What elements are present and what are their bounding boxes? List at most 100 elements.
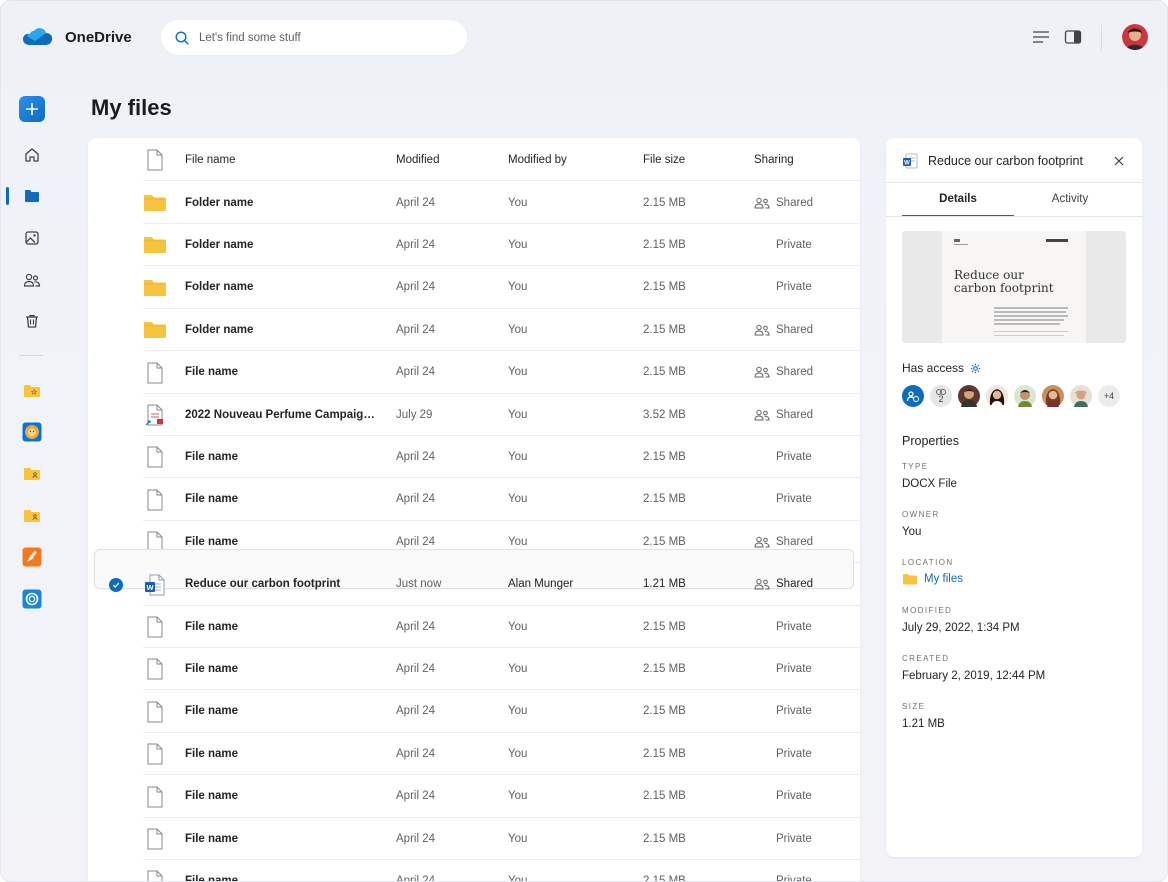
list-view-icon[interactable]	[1032, 29, 1050, 45]
more-people-count[interactable]: +4	[1098, 385, 1120, 407]
settings-gear-icon[interactable]	[970, 363, 981, 374]
share-access-button[interactable]	[902, 385, 924, 407]
link-access-count[interactable]: 2	[930, 385, 952, 407]
file-name[interactable]: Folder name	[185, 281, 253, 293]
file-row[interactable]: File name April 24 You 2.15 MB Private	[143, 776, 860, 818]
file-sharing-status[interactable]: Private	[754, 281, 844, 293]
file-row[interactable]: Folder name April 24 You 2.15 MB Shared	[143, 182, 860, 224]
file-sharing-status[interactable]: Shared	[754, 578, 844, 590]
word-file-icon: W	[903, 153, 918, 169]
property-value-location[interactable]: My files	[924, 573, 963, 585]
file-name[interactable]: Reduce our carbon footprint	[185, 578, 340, 590]
file-row[interactable]: File name April 24 You 2.15 MB Private	[143, 860, 860, 881]
search-box[interactable]	[161, 20, 467, 55]
column-header-name[interactable]: File name	[185, 154, 236, 166]
file-row[interactable]: File name April 24 You 2.15 MB Private	[143, 436, 860, 479]
sharing-label: Private	[776, 620, 812, 633]
person-avatar[interactable]	[1042, 385, 1064, 407]
file-sharing-status[interactable]: Private	[754, 621, 844, 633]
file-row[interactable]: File name April 24 You 2.15 MB Private	[143, 733, 860, 776]
nav-shared-folder-2[interactable]	[19, 503, 45, 529]
column-header-modified-by[interactable]: Modified by	[508, 154, 567, 166]
file-row[interactable]: File name April 24 You 2.15 MB Private	[143, 818, 860, 860]
nav-shared[interactable]	[19, 267, 45, 293]
nav-my-files[interactable]	[19, 183, 45, 209]
person-avatar[interactable]	[1014, 385, 1036, 407]
file-name[interactable]: File name	[185, 621, 238, 633]
person-avatar[interactable]	[1070, 385, 1092, 407]
file-row[interactable]: File name April 24 You 2.15 MB Private	[143, 691, 860, 733]
file-sharing-status[interactable]: Private	[754, 493, 844, 505]
file-row[interactable]: File name April 24 You 2.15 MB Private	[143, 479, 860, 521]
person-avatar[interactable]	[958, 385, 980, 407]
folder-icon	[144, 322, 166, 339]
row-checkbox-checked[interactable]	[109, 577, 123, 592]
file-sharing-status[interactable]: Private	[754, 875, 844, 881]
file-name[interactable]: Folder name	[185, 324, 253, 336]
file-name[interactable]: File name	[185, 875, 238, 881]
property-value-size: 1.21 MB	[902, 718, 945, 730]
file-name[interactable]: File name	[185, 705, 238, 717]
file-size: 1.21 MB	[643, 578, 686, 591]
tab-details[interactable]: Details	[902, 193, 1014, 205]
details-pane-icon[interactable]	[1064, 29, 1082, 45]
file-type-header-icon[interactable]	[143, 148, 167, 172]
nav-favorite-folder[interactable]	[19, 378, 45, 404]
file-row[interactable]: 2022 Nouveau Perfume Campaign... July 29…	[143, 394, 860, 436]
person-avatar[interactable]	[986, 385, 1008, 407]
document-icon	[147, 362, 163, 384]
file-name[interactable]: Folder name	[185, 197, 253, 209]
nav-shared-folder-1[interactable]	[19, 461, 45, 487]
file-row[interactable]: File name April 24 You 2.15 MB Private	[143, 648, 860, 691]
file-name[interactable]: File name	[185, 493, 238, 505]
nav-home[interactable]	[19, 142, 45, 168]
nav-lion-app[interactable]	[19, 419, 45, 445]
column-header-sharing[interactable]: Sharing	[754, 154, 794, 166]
close-icon[interactable]	[1113, 155, 1125, 167]
file-sharing-status[interactable]: Shared	[754, 324, 844, 336]
nav-blue-app[interactable]	[19, 586, 45, 612]
file-sharing-status[interactable]: Shared	[754, 366, 844, 378]
search-input[interactable]	[199, 31, 439, 44]
tab-activity[interactable]: Activity	[1014, 193, 1126, 205]
file-modified-by: You	[508, 662, 528, 675]
column-header-modified[interactable]: Modified	[396, 154, 439, 166]
file-name[interactable]: File name	[185, 790, 238, 802]
file-modified: April 24	[396, 790, 435, 803]
file-sharing-status[interactable]: Shared	[754, 409, 844, 421]
file-name[interactable]: 2022 Nouveau Perfume Campaign...	[185, 409, 375, 421]
file-row[interactable]: Folder name April 24 You 2.15 MB Shared	[143, 309, 860, 352]
file-sharing-status[interactable]: Private	[754, 833, 844, 845]
file-sharing-status[interactable]: Shared	[754, 197, 844, 209]
file-name[interactable]: Folder name	[185, 239, 253, 251]
nav-photos[interactable]	[19, 225, 45, 251]
file-row[interactable]: Folder name April 24 You 2.15 MB Private	[143, 224, 860, 267]
file-name[interactable]: File name	[185, 663, 238, 675]
file-row[interactable]: Folder name April 24 You 2.15 MB Private	[143, 267, 860, 309]
file-row[interactable]: W Reduce our carbon footprint Just now A…	[143, 564, 860, 606]
file-sharing-status[interactable]: Private	[754, 239, 844, 251]
file-type-icon	[143, 403, 167, 427]
column-header-file-size[interactable]: File size	[643, 154, 685, 166]
add-new-button[interactable]	[19, 96, 45, 122]
file-sharing-status[interactable]: Private	[754, 790, 844, 802]
file-name[interactable]: File name	[185, 366, 238, 378]
folder-icon	[25, 190, 39, 202]
file-sharing-status[interactable]: Shared	[754, 536, 844, 548]
user-avatar[interactable]	[1122, 24, 1148, 50]
file-preview[interactable]: Reduce our carbon footprint	[902, 231, 1126, 343]
nav-recycle-bin[interactable]	[19, 308, 45, 334]
file-name[interactable]: File name	[185, 748, 238, 760]
app-logo[interactable]: OneDrive	[23, 27, 132, 47]
file-row[interactable]: File name April 24 You 2.15 MB Private	[143, 606, 860, 648]
file-name[interactable]: File name	[185, 833, 238, 845]
file-sharing-status[interactable]: Private	[754, 705, 844, 717]
nav-orange-app[interactable]	[19, 544, 45, 570]
file-name[interactable]: File name	[185, 536, 238, 548]
location-link[interactable]: My files	[902, 573, 963, 585]
file-sharing-status[interactable]: Private	[754, 451, 844, 463]
file-sharing-status[interactable]: Private	[754, 748, 844, 760]
file-name[interactable]: File name	[185, 451, 238, 463]
file-row[interactable]: File name April 24 You 2.15 MB Shared	[143, 352, 860, 394]
file-sharing-status[interactable]: Private	[754, 663, 844, 675]
